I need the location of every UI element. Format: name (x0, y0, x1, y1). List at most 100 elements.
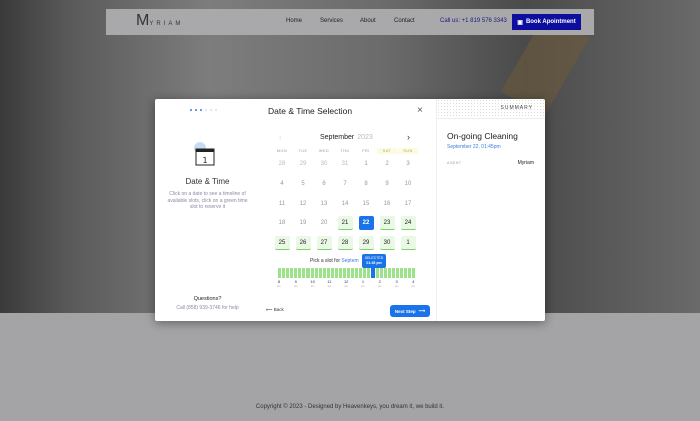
time-slot[interactable] (387, 268, 391, 278)
arrow-left-icon: ⟵ (266, 307, 273, 312)
calendar-day[interactable]: 1 (400, 236, 416, 251)
step-progress-dots (190, 109, 217, 111)
time-slot[interactable] (314, 268, 318, 278)
calendar-day[interactable]: 27 (316, 236, 332, 251)
time-slot[interactable] (318, 268, 322, 278)
time-slot[interactable] (359, 268, 363, 278)
calendar-day[interactable]: 5 (296, 177, 311, 191)
timeline-tick: 8 am (277, 279, 281, 288)
time-slot-timeline (278, 268, 416, 278)
time-slot[interactable] (334, 268, 338, 278)
time-slot[interactable] (302, 268, 306, 278)
weekday-header: SAT (377, 148, 397, 154)
time-slot[interactable] (306, 268, 310, 278)
time-slot[interactable] (403, 268, 407, 278)
time-slot[interactable] (282, 268, 286, 278)
time-slot[interactable] (367, 268, 371, 278)
calendar-day[interactable]: 20 (317, 216, 332, 230)
calendar-day[interactable]: 22 (358, 216, 374, 231)
calendar-day[interactable]: 17 (401, 197, 416, 211)
time-slot[interactable] (338, 268, 342, 278)
prev-month-icon[interactable]: ‹ (279, 133, 282, 142)
calendar-day[interactable]: 30 (317, 157, 332, 171)
time-slot[interactable] (371, 268, 375, 278)
calendar-day[interactable]: 10 (401, 177, 416, 191)
calendar-day[interactable]: 18 (275, 216, 290, 230)
calendar-day[interactable]: 2 (380, 157, 395, 171)
calendar-icon: 1 (194, 142, 215, 166)
calendar-icon: ▣ (517, 19, 523, 26)
calendar-day[interactable]: 6 (317, 177, 332, 191)
calendar-day[interactable]: 30 (379, 236, 395, 251)
calendar-day[interactable]: 12 (296, 197, 311, 211)
time-slot[interactable] (347, 268, 351, 278)
calendar-day[interactable]: 8 (359, 177, 374, 191)
time-slot[interactable] (286, 268, 290, 278)
time-slot[interactable] (326, 268, 330, 278)
calendar-day[interactable]: 23 (379, 216, 395, 231)
weekday-header: WED (318, 149, 330, 153)
call-us-link[interactable]: Call us: +1 819 576 3343 (440, 18, 507, 24)
time-slot[interactable] (322, 268, 326, 278)
time-slot[interactable] (351, 268, 355, 278)
calendar-day[interactable]: 25 (274, 236, 290, 251)
timeline-tick: 1 pm (361, 279, 365, 288)
nav-services[interactable]: Services (320, 18, 343, 24)
time-slot[interactable] (391, 268, 395, 278)
step-heading: Date & Time (185, 177, 230, 186)
nav-contact[interactable]: Contact (394, 18, 415, 24)
step-description: Click on a date to see a timeline of ava… (167, 191, 248, 210)
calendar-day[interactable]: 14 (338, 197, 353, 211)
close-icon[interactable]: × (417, 105, 423, 116)
calendar-day[interactable]: 7 (338, 177, 353, 191)
time-slot[interactable] (290, 268, 294, 278)
time-slot[interactable] (412, 268, 416, 278)
calendar-day[interactable]: 11 (275, 197, 290, 211)
calendar-day[interactable]: 1 (359, 157, 374, 171)
time-slot[interactable] (294, 268, 298, 278)
calendar-day[interactable]: 28 (275, 157, 290, 171)
time-slot[interactable] (343, 268, 347, 278)
time-slot[interactable] (379, 268, 383, 278)
top-nav: MYRIAM Home Services About Contact Call … (106, 9, 594, 35)
time-slot[interactable] (355, 268, 359, 278)
weekday-header: THU (340, 149, 350, 153)
calendar-day[interactable]: 19 (296, 216, 311, 230)
time-slot[interactable] (363, 268, 367, 278)
step-info-panel: 1 Date & Time Click on a date to see a t… (155, 99, 260, 321)
time-slot[interactable] (310, 268, 314, 278)
calendar-day[interactable]: 13 (317, 197, 332, 211)
calendar-day[interactable]: 29 (358, 236, 374, 251)
timeline-tick: 4 pm (411, 279, 416, 288)
calendar-day[interactable]: 31 (338, 157, 353, 171)
calendar-day[interactable]: 9 (380, 177, 395, 191)
time-slot[interactable] (330, 268, 334, 278)
calendar-day[interactable]: 26 (295, 236, 311, 251)
calendar-day[interactable]: 21 (337, 216, 353, 231)
book-appointment-button[interactable]: ▣ Book Apointment (512, 14, 581, 30)
time-slot[interactable] (395, 268, 399, 278)
selected-slot-tooltip: SELECTED 01:45 pm (362, 254, 386, 268)
time-slot[interactable] (298, 268, 302, 278)
calendar-day[interactable]: 28 (337, 236, 353, 251)
calendar-day[interactable]: 24 (400, 216, 416, 231)
back-button[interactable]: ⟵ Back (266, 307, 284, 313)
time-slot[interactable] (408, 268, 412, 278)
calendar-day[interactable]: 29 (296, 157, 311, 171)
time-slot[interactable] (278, 268, 282, 278)
calendar-day[interactable]: 15 (359, 197, 374, 211)
time-slot[interactable] (375, 268, 379, 278)
calendar-day[interactable]: 4 (275, 177, 290, 191)
booking-modal: 1 Date & Time Click on a date to see a t… (155, 99, 545, 321)
calendar-day[interactable]: 16 (380, 197, 395, 211)
agent-name: Myriam (517, 160, 534, 166)
next-step-button[interactable]: Next Step ⟶ (390, 305, 430, 317)
logo[interactable]: MYRIAM (136, 12, 183, 30)
calendar-day[interactable]: 3 (401, 157, 416, 171)
nav-home[interactable]: Home (286, 18, 302, 24)
time-slot[interactable] (399, 268, 403, 278)
time-slot[interactable] (383, 268, 387, 278)
next-month-icon[interactable]: › (407, 132, 410, 142)
help-phone[interactable]: Call (858) 939-3746 for help (155, 305, 260, 311)
nav-about[interactable]: About (360, 18, 376, 24)
